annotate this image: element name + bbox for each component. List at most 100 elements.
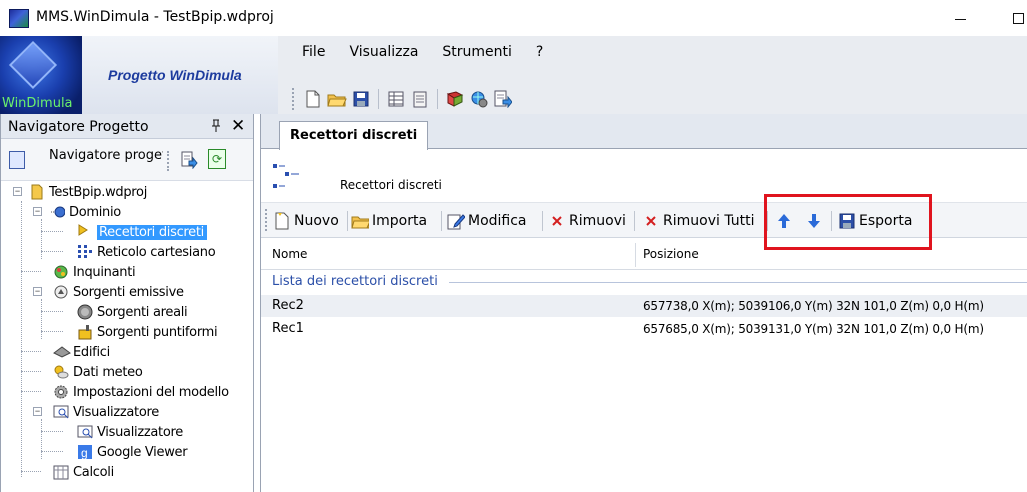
- tree-node-visualizzatore[interactable]: Visualizzatore: [53, 402, 159, 422]
- tree-node-sorgenti-puntiformi[interactable]: Sorgenti puntiformi: [77, 322, 218, 342]
- menu-visualizza[interactable]: Visualizza: [337, 42, 430, 64]
- group-header[interactable]: Lista dei recettori discreti: [261, 270, 1027, 292]
- new-file-icon[interactable]: [303, 89, 323, 109]
- windimula-logo: WinDimula: [0, 36, 82, 114]
- tab-recettori-discreti[interactable]: Recettori discreti: [279, 121, 429, 150]
- importa-label: Importa: [372, 213, 428, 229]
- panel-title: Navigatore Progetto: [8, 119, 149, 135]
- tree-node-calcoli[interactable]: Calcoli: [53, 462, 114, 482]
- tree-node-dominio[interactable]: Dominio: [49, 202, 121, 222]
- tree-node-label: Dati meteo: [73, 364, 143, 380]
- tree-node-reticolo-cartesiano[interactable]: Reticolo cartesiano: [65, 242, 216, 262]
- buildings-icon: [53, 344, 71, 360]
- tree-line: [41, 219, 42, 259]
- toolbar-separator: [634, 211, 635, 231]
- logo-cube-icon: [8, 40, 58, 90]
- weather-icon: [53, 364, 69, 380]
- maximize-button[interactable]: [1006, 6, 1027, 30]
- tree-node-label: Sorgenti puntiformi: [97, 324, 218, 340]
- tree-node-impostazioni[interactable]: Impostazioni del modello: [53, 382, 229, 402]
- project-title: Progetto WinDimula: [108, 67, 242, 83]
- project-navigator-panel: Navigatore Progetto ✕ Navigatore progett…: [0, 114, 254, 492]
- tree-node-visualizzatore-child[interactable]: Visualizzatore: [77, 422, 183, 442]
- column-divider[interactable]: [635, 243, 636, 267]
- book-icon[interactable]: [445, 89, 465, 109]
- open-folder-icon[interactable]: [327, 89, 347, 109]
- menu-strumenti[interactable]: Strumenti: [430, 42, 524, 64]
- emission-source-icon: [53, 284, 69, 300]
- open-folder-icon: [351, 212, 369, 230]
- rimuovi-tutti-button[interactable]: Rimuovi Tutti: [642, 209, 755, 233]
- app-icon: [9, 9, 29, 28]
- tree-node-label: Edifici: [73, 344, 110, 360]
- table-row[interactable]: Rec2 657738,0 X(m); 5039106,0 Y(m) 32N 1…: [261, 295, 1027, 317]
- cell-posizione: 657685,0 X(m); 5039131,0 Y(m) 32N 101,0 …: [643, 322, 984, 336]
- minimize-button[interactable]: [948, 6, 972, 30]
- tree-node-label: Google Viewer: [97, 444, 188, 460]
- export-report-icon[interactable]: [493, 89, 513, 109]
- grid-header: Nome Posizione: [261, 240, 1027, 270]
- group-divider: [449, 282, 1027, 283]
- export-navigator-icon[interactable]: [181, 151, 199, 170]
- google-icon: g: [77, 444, 93, 460]
- tree-node-sorgenti-areali[interactable]: Sorgenti areali: [77, 302, 188, 322]
- navigator-label: Navigatore progetto: [49, 148, 163, 163]
- group-label: Lista dei recettori discreti: [272, 274, 438, 289]
- nuovo-button[interactable]: Nuovo: [273, 209, 339, 233]
- tree-node-inquinanti[interactable]: Inquinanti: [53, 262, 136, 282]
- globe-settings-icon[interactable]: [469, 89, 489, 109]
- tree-expander[interactable]: −: [33, 207, 42, 216]
- calendar-icon: [53, 464, 69, 480]
- table-row[interactable]: Rec1 657685,0 X(m); 5039131,0 Y(m) 32N 1…: [261, 318, 1027, 340]
- pollutant-icon: [53, 264, 69, 280]
- toolbar-separator: [378, 89, 379, 109]
- menu-file[interactable]: File: [290, 42, 337, 64]
- tree-line: [41, 331, 63, 332]
- tree-expander[interactable]: −: [33, 287, 42, 296]
- delete-x-icon: [548, 212, 566, 230]
- table-icon[interactable]: [386, 89, 406, 109]
- toolbar-separator: [347, 211, 348, 231]
- refresh-icon[interactable]: ⟳: [208, 149, 226, 169]
- settings-gear-icon: [53, 384, 69, 400]
- modifica-button[interactable]: Modifica: [447, 209, 527, 233]
- svg-text:g: g: [81, 446, 87, 460]
- receptors-icon: [273, 160, 309, 192]
- tree-line: [41, 311, 63, 312]
- title-bar: MMS.WinDimula - TestBpip.wdproj: [0, 0, 1027, 36]
- modifica-label: Modifica: [468, 213, 527, 229]
- tree-node-dati-meteo[interactable]: Dati meteo: [53, 362, 143, 382]
- tree-node-sorgenti-emissive[interactable]: Sorgenti emissive: [53, 282, 184, 302]
- main-toolbar: [292, 88, 513, 110]
- document-icon[interactable]: [410, 89, 430, 109]
- tree-line: [21, 201, 22, 477]
- tree-node-label: Inquinanti: [73, 264, 136, 280]
- arrow-right-icon: [77, 224, 93, 240]
- delete-all-x-icon: [642, 212, 660, 230]
- tree-node-google-viewer[interactable]: g Google Viewer: [77, 442, 188, 462]
- column-header-nome[interactable]: Nome: [272, 247, 307, 261]
- importa-button[interactable]: Importa: [351, 209, 427, 233]
- tree-node-edifici[interactable]: Edifici: [53, 342, 110, 362]
- cell-posizione: 657738,0 X(m); 5039106,0 Y(m) 32N 101,0 …: [643, 299, 984, 313]
- cell-nome: Rec2: [272, 298, 304, 313]
- tree-line: [41, 451, 63, 452]
- navigator-icon: [9, 151, 25, 169]
- save-icon[interactable]: [351, 89, 371, 109]
- pin-icon[interactable]: [211, 119, 221, 135]
- project-file-icon: [29, 184, 45, 200]
- menu-help[interactable]: ?: [524, 42, 555, 64]
- viewer-icon: [77, 424, 93, 440]
- tree-expander[interactable]: −: [13, 187, 22, 196]
- column-header-posizione[interactable]: Posizione: [643, 247, 699, 261]
- tree-line: [21, 351, 41, 352]
- close-panel-icon[interactable]: ✕: [231, 116, 245, 136]
- tree-expander[interactable]: −: [33, 407, 42, 416]
- app-header: WinDimula Progetto WinDimula File Visual…: [0, 36, 1027, 114]
- tree-line: [21, 371, 41, 372]
- toolbar-grip: [265, 209, 268, 231]
- toolbar-separator: [441, 211, 442, 231]
- rimuovi-button[interactable]: Rimuovi: [548, 209, 626, 233]
- tree-node-root[interactable]: TestBpip.wdproj: [29, 182, 147, 202]
- tree-node-recettori-discreti[interactable]: Recettori discreti: [65, 222, 207, 242]
